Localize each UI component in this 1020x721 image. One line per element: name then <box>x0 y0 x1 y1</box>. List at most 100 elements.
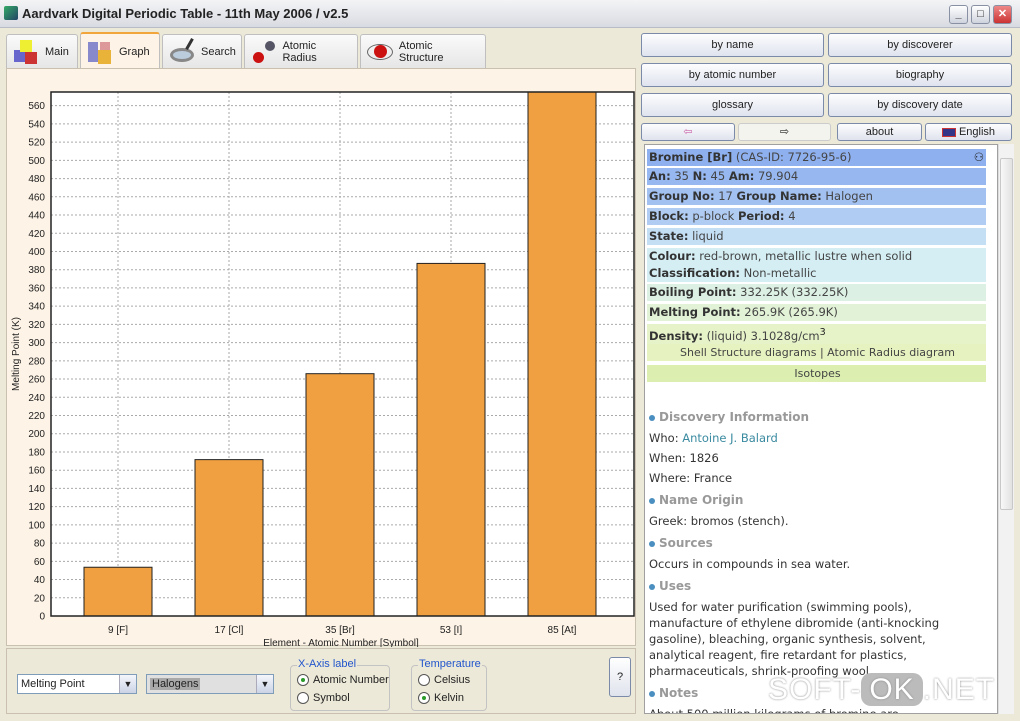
x-tick-label: 53 [I] <box>440 625 462 636</box>
minimize-button[interactable]: _ <box>949 5 968 24</box>
about-button[interactable]: about <box>837 123 922 141</box>
radio-dot <box>418 674 430 686</box>
uses-heading: Uses <box>649 579 691 593</box>
y-tick-label: 280 <box>28 356 45 367</box>
y-tick-label: 260 <box>28 375 45 386</box>
radio-dot <box>418 692 430 704</box>
help-button[interactable]: ? <box>609 657 631 697</box>
property-value: Melting Point <box>21 678 85 690</box>
app-icon <box>4 6 18 20</box>
radio-atomic-number[interactable]: Atomic Number <box>297 674 389 686</box>
tab-graph[interactable]: Graph <box>80 32 160 69</box>
y-tick-label: 540 <box>28 119 45 130</box>
tab-atomic-radius[interactable]: Atomic Radius <box>244 34 358 68</box>
isotopes-link[interactable]: Isotopes <box>647 365 986 382</box>
y-tick-label: 160 <box>28 466 45 477</box>
tab-label: Atomic Radius <box>282 39 317 64</box>
by-discoverer-button[interactable]: by discoverer <box>828 33 1012 57</box>
y-tick-label: 560 <box>28 101 45 112</box>
x-axis-label: Element - Atomic Number [Symbol] <box>263 638 419 647</box>
close-button[interactable]: ✕ <box>993 5 1012 24</box>
y-tick-label: 320 <box>28 320 45 331</box>
tab-label: Atomic Structure <box>398 39 444 64</box>
maximize-button[interactable]: □ <box>971 5 990 24</box>
sources-heading: Sources <box>649 536 713 550</box>
info-scrollbar[interactable] <box>998 144 1014 714</box>
group-select[interactable]: Halogens ▼ <box>146 674 274 694</box>
tab-label: Search <box>201 45 236 58</box>
state-row: State: liquid <box>647 228 986 245</box>
tab-label: Main <box>45 45 69 58</box>
y-tick-label: 0 <box>39 612 45 623</box>
language-button[interactable]: English <box>925 123 1012 141</box>
y-tick-label: 380 <box>28 265 45 276</box>
y-tick-label: 220 <box>28 411 45 422</box>
chart-panel: 0 20 40 60 80 100 120 140 160 180 200 220 240 260 280 3… <box>6 68 636 649</box>
tab-label: Graph <box>119 45 150 58</box>
y-tick-label: 520 <box>28 138 45 149</box>
forward-button[interactable]: ⇨ <box>738 123 831 141</box>
y-tick-label: 400 <box>28 247 45 258</box>
y-tick-label: 500 <box>28 156 45 167</box>
property-select[interactable]: Melting Point ▼ <box>17 674 137 694</box>
element-info-panel: Bromine [Br] (CAS-ID: 7726-95-6) ⚇ An: 35… <box>644 144 998 714</box>
y-tick-label: 80 <box>34 539 46 550</box>
discoverer-link[interactable]: Antoine J. Balard <box>682 431 778 445</box>
radio-celsius[interactable]: Celsius <box>418 674 470 686</box>
glossary-button[interactable]: glossary <box>641 93 824 117</box>
density-row: Density: (liquid) 3.1028g/cm3 <box>647 324 986 345</box>
radio-symbol[interactable]: Symbol <box>297 692 350 704</box>
uses-text: Used for water purification (swimming po… <box>649 600 940 678</box>
bar <box>527 91 597 617</box>
group-legend: X-Axis label <box>297 658 358 670</box>
chevron-down-icon[interactable]: ▼ <box>119 675 136 693</box>
back-button[interactable]: ⇦ <box>641 123 735 141</box>
graph-controls: Melting Point ▼ Halogens ▼ X-Axis label At… <box>6 648 636 714</box>
melting-point-bar-chart: 0 20 40 60 80 100 120 140 160 180 200 220 240 260 280 3… <box>11 91 635 649</box>
atom-icon <box>366 38 394 66</box>
radio-label: Atomic Number <box>313 674 389 686</box>
radio-dot <box>297 674 309 686</box>
y-tick-label: 340 <box>28 302 45 313</box>
group-row: Group No: 17 Group Name: Halogen <box>647 188 986 205</box>
y-tick-label: 20 <box>34 593 46 604</box>
by-name-button[interactable]: by name <box>641 33 824 57</box>
diagram-links[interactable]: Shell Structure diagrams | Atomic Radius… <box>647 344 986 361</box>
notes-text: About 500 million kilograms of bromine a… <box>649 707 899 714</box>
y-tick-label: 300 <box>28 338 45 349</box>
x-tick-label: 17 [Cl] <box>215 625 244 636</box>
by-discovery-date-button[interactable]: by discovery date <box>828 93 1012 117</box>
bar <box>83 566 153 617</box>
y-tick-label: 420 <box>28 229 45 240</box>
notes-heading: Notes <box>649 686 698 700</box>
x-tick-label: 85 [At] <box>548 625 577 636</box>
tab-main[interactable]: Main <box>6 34 78 68</box>
binoculars-icon[interactable]: ⚇ <box>974 149 984 166</box>
y-tick-label: 40 <box>34 575 46 586</box>
element-title-row: Bromine [Br] (CAS-ID: 7726-95-6) ⚇ <box>647 149 986 166</box>
y-axis-label: Melting Point (K) <box>11 317 22 391</box>
chevron-down-icon[interactable]: ▼ <box>256 675 273 693</box>
colour-row: Colour: red-brown, metallic lustre when … <box>647 248 986 282</box>
boiling-point-row: Boiling Point: 332.25K (332.25K) <box>647 284 986 301</box>
by-atomic-number-button[interactable]: by atomic number <box>641 63 824 87</box>
y-tick-label: 440 <box>28 211 45 222</box>
x-tick-label: 9 [F] <box>108 625 128 636</box>
bar <box>416 262 486 617</box>
radio-label: Kelvin <box>434 692 464 704</box>
radio-kelvin[interactable]: Kelvin <box>418 692 464 704</box>
watermark: SOFT- OK .NET <box>768 673 996 706</box>
tab-atomic-structure[interactable]: Atomic Structure <box>360 34 486 68</box>
window-title: Aardvark Digital Periodic Table - 11th M… <box>22 6 349 21</box>
discovery-place: Where: France <box>649 471 733 485</box>
scrollbar-thumb[interactable] <box>1000 158 1013 510</box>
biography-button[interactable]: biography <box>828 63 1012 87</box>
group-value: Halogens <box>150 678 201 690</box>
tab-search[interactable]: Search <box>162 34 242 68</box>
y-tick-label: 60 <box>34 557 46 568</box>
block-row: Block: p-block Period: 4 <box>647 208 986 225</box>
y-tick-label: 200 <box>28 429 45 440</box>
atoms-icon <box>250 38 277 66</box>
y-tick-label: 460 <box>28 192 45 203</box>
title-bar: Aardvark Digital Periodic Table - 11th M… <box>0 0 1020 28</box>
